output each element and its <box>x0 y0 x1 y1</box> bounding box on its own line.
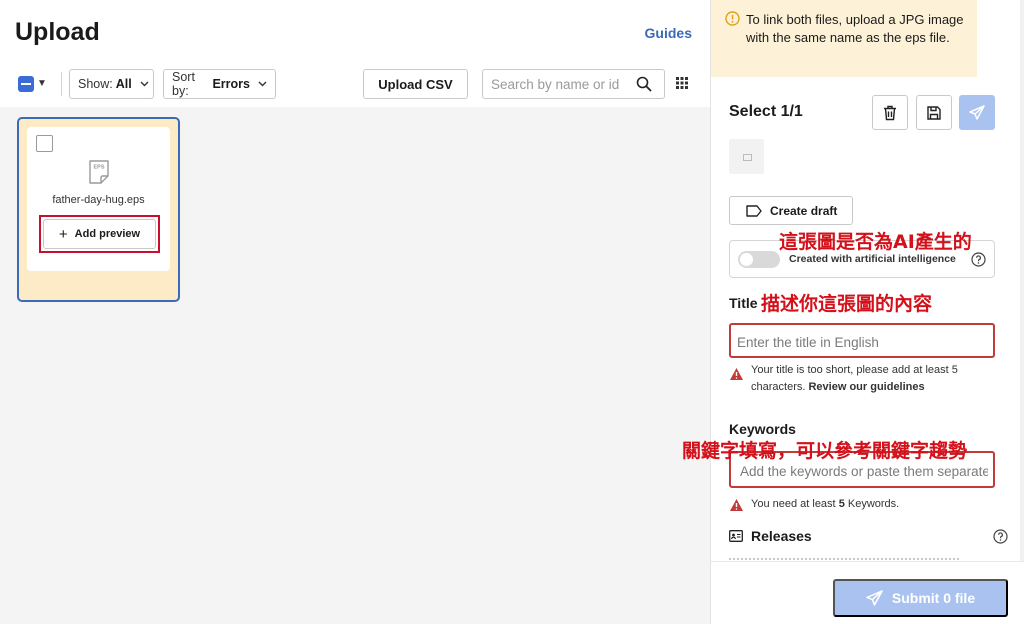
upload-toolbar: Upload Guides ▼ Show: All Sort by: Error… <box>0 0 710 107</box>
submit-files-button[interactable]: Submit 0 file <box>833 579 1008 617</box>
file-name: father-day-hug.eps <box>52 194 145 206</box>
releases-section-header[interactable]: Releases <box>729 528 812 544</box>
file-card[interactable]: EPS father-day-hug.eps + Add preview <box>17 117 180 302</box>
sort-label: Sort by: <box>172 70 195 98</box>
panel-scrollbar[interactable] <box>1020 0 1024 561</box>
divider <box>61 72 62 96</box>
create-draft-label: Create draft <box>770 203 838 218</box>
keywords-input[interactable] <box>740 462 988 480</box>
panel-footer: Submit 0 file <box>711 561 1024 624</box>
selection-count: Select 1/1 <box>729 103 803 120</box>
send-icon <box>969 104 985 120</box>
review-guidelines-link[interactable]: Review our guidelines <box>808 381 924 393</box>
warning-triangle-icon <box>730 499 743 511</box>
add-preview-label: Add preview <box>74 228 141 240</box>
title-label: Title <box>729 295 758 311</box>
releases-label: Releases <box>751 528 812 544</box>
page-title: Upload <box>15 18 100 46</box>
annotation-keywords-note: 關鍵字填寫，可以參考關鍵字趨勢 <box>682 440 968 462</box>
show-filter-value: All <box>115 77 132 91</box>
plus-icon: + <box>58 225 68 243</box>
grid-view-icon[interactable] <box>676 77 688 89</box>
keywords-label: Keywords <box>729 421 796 437</box>
keywords-error-count: 5 <box>838 498 845 510</box>
help-icon[interactable] <box>993 529 1008 544</box>
create-draft-button[interactable]: Create draft <box>729 196 853 225</box>
warning-circle-icon <box>725 11 740 26</box>
add-preview-button[interactable]: + Add preview <box>43 219 156 249</box>
info-notice: To link both files, upload a JPG image w… <box>711 0 977 77</box>
id-card-icon <box>729 530 743 542</box>
help-icon[interactable] <box>971 252 986 267</box>
trash-icon <box>884 105 896 120</box>
chevron-down-icon <box>140 79 149 90</box>
submit-selected-button[interactable] <box>959 95 995 130</box>
keywords-error-prefix: You need at least <box>751 498 836 510</box>
ai-toggle-label: Created with artificial intelligence <box>789 253 956 265</box>
chevron-down-icon[interactable]: ▼ <box>37 76 47 92</box>
show-filter-label: Show: <box>78 77 113 91</box>
file-card-body: EPS father-day-hug.eps + Add preview <box>27 127 170 271</box>
send-icon <box>866 589 883 606</box>
keywords-error-message: You need at least 5 Keywords. <box>751 496 983 513</box>
warning-triangle-icon <box>730 368 743 380</box>
title-field[interactable] <box>729 323 995 358</box>
sort-value: Errors <box>212 77 250 91</box>
submit-files-label: Submit 0 file <box>891 590 976 606</box>
file-select-checkbox[interactable] <box>36 135 53 152</box>
eps-badge: EPS <box>93 165 104 171</box>
file-thumbnail[interactable] <box>729 139 764 174</box>
search-input[interactable] <box>491 75 631 93</box>
annotation-ai-note: 這張圖是否為AI產生的 <box>779 231 972 253</box>
guides-link[interactable]: Guides <box>645 25 692 41</box>
chevron-down-icon <box>258 79 267 90</box>
notice-text: To link both files, upload a JPG image w… <box>746 12 964 45</box>
show-filter-dropdown[interactable]: Show: All <box>69 69 154 99</box>
search-icon[interactable] <box>636 76 652 92</box>
title-input[interactable] <box>737 333 985 351</box>
eps-file-icon: EPS <box>89 160 109 184</box>
delete-button[interactable] <box>872 95 908 130</box>
search-box[interactable] <box>482 69 665 99</box>
ai-toggle-switch[interactable] <box>738 251 780 268</box>
annotation-title-note: 描述你這張圖的內容 <box>761 293 933 315</box>
tag-icon <box>746 204 762 217</box>
keywords-error-suffix: Keywords. <box>847 498 900 510</box>
select-all-checkbox[interactable] <box>18 76 34 92</box>
save-button[interactable] <box>916 95 952 130</box>
save-icon <box>927 105 941 120</box>
upload-csv-button[interactable]: Upload CSV <box>363 69 468 99</box>
sort-dropdown[interactable]: Sort by: Errors <box>163 69 276 99</box>
title-error-message: Your title is too short, please add at l… <box>751 362 983 396</box>
file-grid-pane: Upload Guides ▼ Show: All Sort by: Error… <box>0 0 710 624</box>
